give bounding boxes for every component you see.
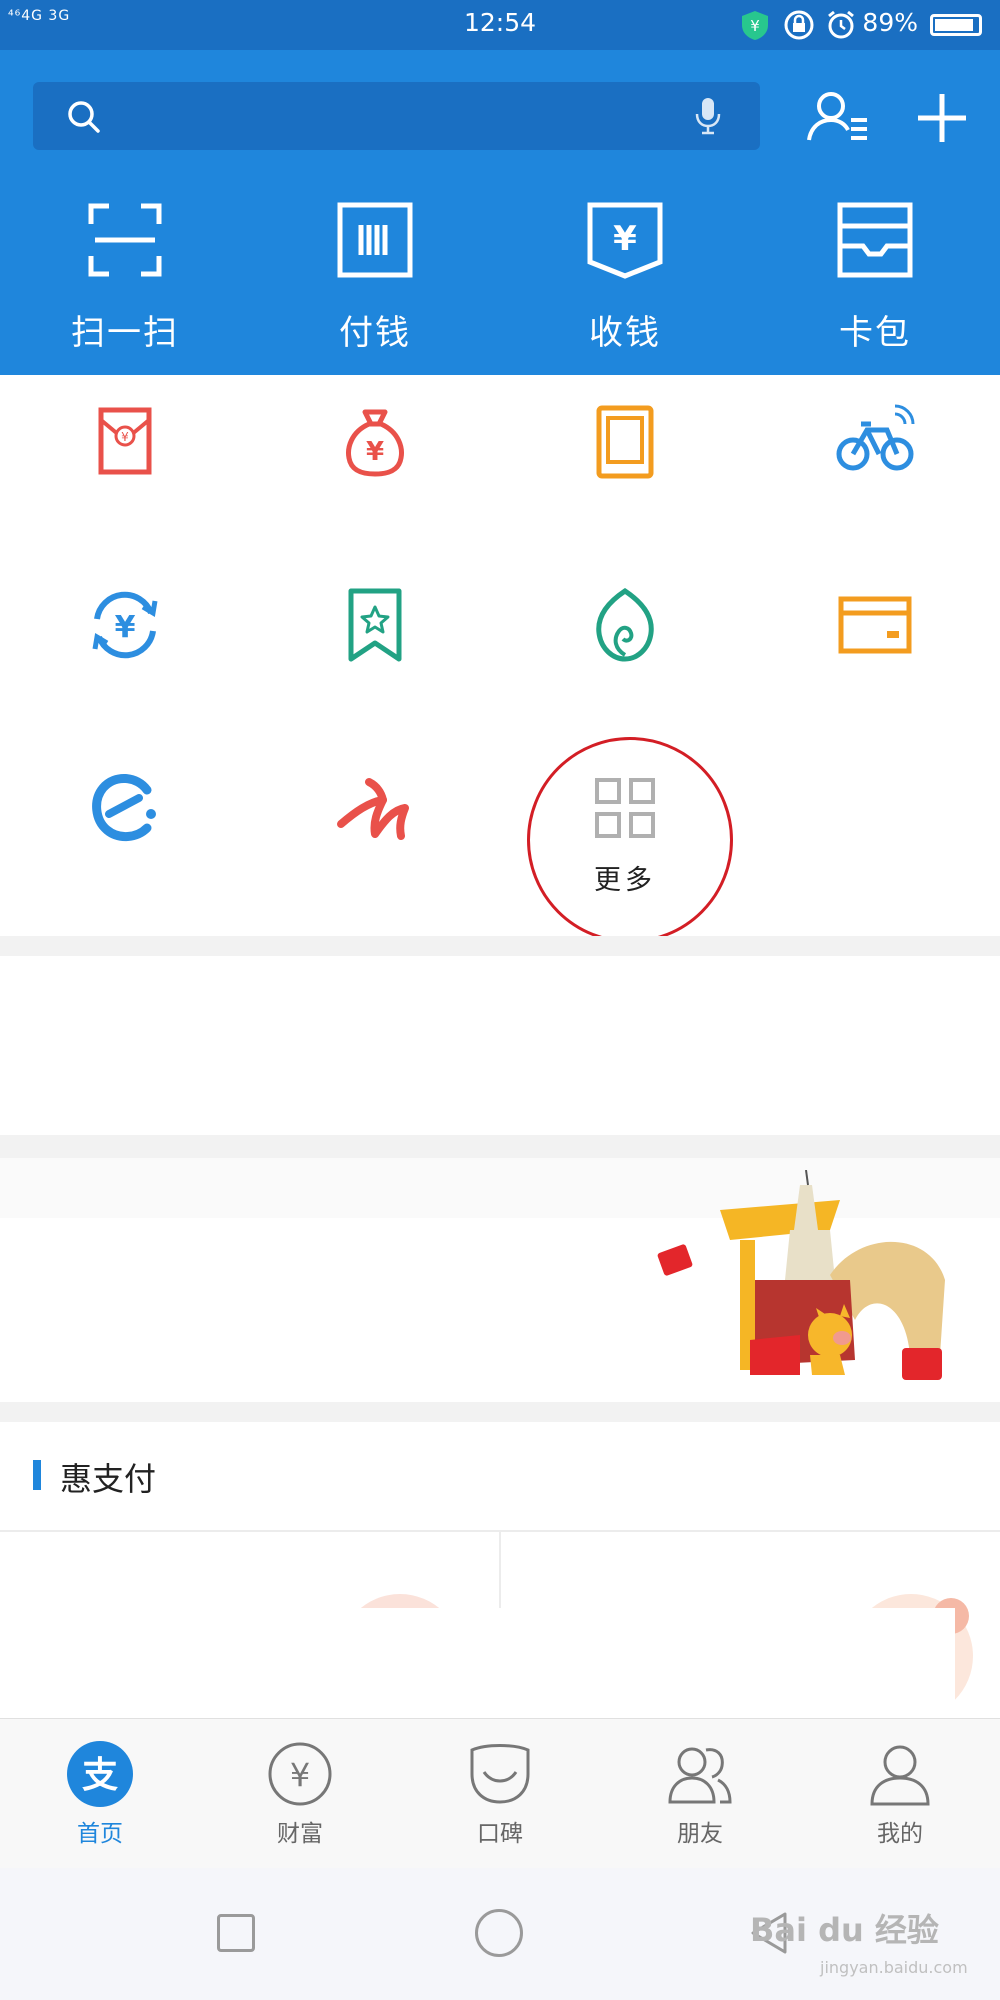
quick-action-label: 卡包 [839,313,911,353]
service-bike[interactable] [750,402,1000,532]
tab-koubei[interactable]: 口碑 [400,1740,600,1850]
ant-forest-icon [596,587,654,662]
quick-action-label: 付钱 [339,313,411,353]
card-icon [838,596,912,654]
svg-text:¥: ¥ [121,430,129,444]
search-icon [68,101,100,133]
service-transfer[interactable]: ¥ [0,585,250,715]
quick-action-label: 收钱 [589,313,661,353]
svg-text:¥: ¥ [290,1756,310,1794]
tab-home[interactable]: 支 首页 [0,1740,200,1850]
svg-text:¥: ¥ [613,219,637,259]
divider [0,936,1000,956]
red-envelope-icon: ¥ [98,407,152,475]
transfer-icon: ¥ [92,591,158,659]
rotation-lock-icon [784,10,814,40]
card-wallet-icon [837,202,913,278]
service-ant-forest[interactable] [500,585,750,715]
tab-label: 朋友 [677,1821,723,1847]
quick-action-label: 扫一扫 [71,313,179,353]
tab-friends[interactable]: 朋友 [600,1740,800,1850]
battery-percent: 89% [862,8,918,37]
tab-label: 首页 [77,1821,123,1847]
section-indicator [33,1460,41,1490]
service-red-envelope[interactable]: ¥ [0,402,250,532]
tab-profile[interactable]: 我的 [800,1740,1000,1850]
home-button[interactable] [475,1909,523,1957]
wealth-icon: ¥ [268,1742,332,1806]
service-phone-recharge[interactable] [500,402,750,532]
favorite-bookmark-icon [348,588,402,662]
divider [0,1135,1000,1158]
add-icon[interactable] [912,88,972,148]
status-bar: ⁴⁶4G 3G 12:54 ¥ 89% [0,0,1000,50]
quick-action-card-wallet[interactable]: 卡包 [750,200,1000,360]
scan-icon [88,203,162,277]
quick-action-receive[interactable]: ¥ 收钱 [500,200,750,360]
phone-recharge-icon [596,405,654,479]
svg-text:¥: ¥ [750,17,760,35]
security-shield-icon: ¥ [742,11,768,40]
quick-action-pay[interactable]: 付钱 [250,200,500,360]
new-year-banner-illustration[interactable] [640,1170,980,1395]
service-fliggy[interactable] [250,768,500,898]
fliggy-icon [337,778,409,840]
service-money-bag[interactable]: ¥ [250,402,500,532]
microphone-icon[interactable] [693,96,723,136]
eleme-icon [92,774,156,841]
profile-icon [870,1745,930,1806]
service-card[interactable] [750,585,1000,715]
tab-label: 口碑 [477,1821,523,1847]
section-title: 惠支付 [60,1460,157,1498]
tab-wealth[interactable]: ¥ 财富 [200,1740,400,1850]
search-input[interactable] [33,82,760,150]
watermark-logo: Bai du 经验 [750,1911,939,1949]
service-favorite[interactable] [250,585,500,715]
quick-action-scan[interactable]: 扫一扫 [0,200,250,360]
service-eleme[interactable] [0,768,250,898]
promo-overlay [330,1608,955,1718]
tab-label: 我的 [877,1821,923,1847]
svg-text:¥: ¥ [366,437,384,467]
highlight-circle [527,737,733,943]
svg-text:¥: ¥ [115,610,136,645]
money-bag-icon: ¥ [346,409,404,477]
friends-icon [668,1747,732,1804]
koubei-icon [470,1744,530,1804]
divider [0,1402,1000,1422]
contacts-icon[interactable] [803,88,873,148]
receive-money-icon: ¥ [587,202,663,279]
svg-text:支: 支 [82,1755,118,1796]
tab-label: 财富 [277,1821,323,1847]
battery-icon [930,14,982,36]
watermark-url: jingyan.baidu.com [820,1958,968,1977]
bike-icon [836,404,915,471]
barcode-icon [337,202,413,278]
alarm-icon [828,10,854,39]
recent-apps-button[interactable] [217,1914,255,1952]
alipay-home-icon: 支 [67,1741,133,1807]
